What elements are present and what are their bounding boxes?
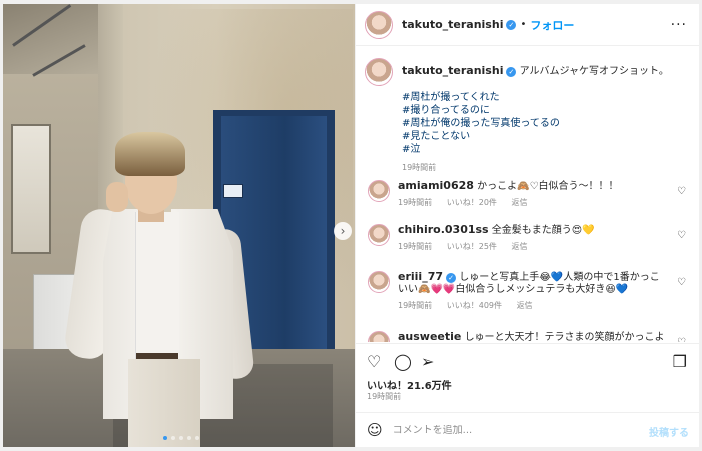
verified-badge-icon: ✓ [506, 19, 517, 30]
header-username[interactable]: takuto_teranishi [402, 18, 503, 31]
more-options-icon[interactable]: ··· [671, 17, 687, 33]
caption-hashtags: #周杜が撮ってくれた #撮り合ってるのに #周杜が俺の撮った写真使ってるの #見… [402, 91, 669, 156]
separator-dot: • [520, 19, 527, 30]
post-caption: takuto_teranishi ✓ アルバムジャケ写オフショット。 #周杜が撮っ… [365, 58, 690, 174]
person-shirt [135, 212, 179, 362]
comment-text: 全金髪もまた顔う😍💛 [491, 225, 595, 236]
post-header: takuto_teranishi ✓ • フォロー ··· [356, 4, 699, 46]
caption-time: 19時間前 [402, 163, 437, 172]
photo-window [11, 124, 51, 254]
comment-body: chihiro.0301ss 全金髪もまた顔う😍💛 19時間前 いいね！25件 … [398, 224, 668, 253]
comment-avatar[interactable] [368, 224, 390, 246]
comment-avatar[interactable] [368, 271, 390, 293]
comment-body: amiami0628 かっこよ🙈♡白似合う〜！！！ 19時間前 いいね！20件 … [398, 180, 668, 209]
carousel-dot [179, 436, 183, 440]
comment-time: 19時間前 [398, 242, 433, 251]
comment-body: eriii_77 ✓ しゅーと写真上手😂💙人類の中で1番かっこいい🙈💗💗白似合うし… [398, 271, 668, 312]
comment-avatar[interactable] [368, 180, 390, 202]
comment-username[interactable]: chihiro.0301ss [398, 223, 489, 236]
reply-button[interactable]: 返信 [511, 198, 527, 207]
instagram-post-modal: › takuto_teranishi ✓ • フォロー ··· takuto_t… [0, 0, 702, 451]
verified-badge-icon: ✓ [506, 67, 517, 77]
reply-button[interactable]: 返信 [511, 242, 527, 251]
caption-username[interactable]: takuto_teranishi [402, 64, 503, 77]
avatar[interactable] [365, 10, 393, 39]
person-hand [106, 182, 128, 212]
comment-time: 19時間前 [398, 198, 433, 207]
comment-item: amiami0628 かっこよ🙈♡白似合う〜！！！ 19時間前 いいね！20件 … [368, 180, 690, 209]
comment-username[interactable]: amiami0628 [398, 179, 474, 192]
caption-timestamp: 19時間前 [402, 162, 669, 174]
comment-time: 19時間前 [398, 301, 433, 310]
reply-button[interactable]: 返信 [517, 301, 533, 310]
post-timestamp: 19時間前 [367, 392, 402, 401]
carousel-next-button[interactable]: › [334, 222, 352, 240]
photo-door-sign [223, 184, 243, 198]
person-pants [128, 359, 200, 447]
carousel-dot [171, 436, 175, 440]
comment-meta: 19時間前 いいね！25件 返信 [398, 241, 668, 253]
caption-body: takuto_teranishi ✓ アルバムジャケ写オフショット。 #周杜が撮っ… [402, 65, 669, 174]
comments-scroll-area[interactable]: takuto_teranishi ✓ アルバムジャケ写オフショット。 #周杜が撮っ… [356, 47, 699, 342]
carousel-dot [187, 436, 191, 440]
post-photo[interactable]: › [3, 4, 355, 447]
caption-avatar[interactable] [365, 58, 393, 86]
post-comment-button[interactable]: 投稿する [649, 424, 689, 439]
comment-item: chihiro.0301ss 全金髪もまた顔う😍💛 19時間前 いいね！25件 … [368, 224, 690, 253]
caption-text: アルバムジャケ写オフショット。 [519, 66, 669, 77]
hashtag-link[interactable]: #撮り合ってるのに [402, 104, 669, 117]
comment-like-heart-icon[interactable]: ♡ [677, 337, 686, 342]
carousel-dot [195, 436, 199, 440]
comment-like-heart-icon[interactable]: ♡ [677, 277, 686, 288]
carousel-dots [163, 436, 199, 440]
comment-like-heart-icon[interactable]: ♡ [677, 230, 686, 241]
comment-text: かっこよ🙈♡白似合う〜！！！ [477, 181, 619, 192]
heart-icon[interactable]: ♡ [367, 352, 381, 371]
hashtag-link[interactable]: #周杜が俺の撮った写真使ってるの [402, 117, 669, 130]
comment-likes[interactable]: いいね！409件 [447, 301, 502, 310]
comment-meta: 19時間前 いいね！409件 返信 [398, 300, 668, 312]
verified-badge-icon: ✓ [446, 273, 457, 283]
comment-item: ausweetie しゅーと大天才！テラさまの笑顔がかっこよすぎ ♡ [368, 331, 690, 342]
hashtag-link[interactable]: #見たことない [402, 130, 669, 143]
share-icon[interactable]: ➢ [421, 352, 434, 371]
comment-username[interactable]: eriii_77 [398, 270, 443, 283]
carousel-dot-active [163, 436, 167, 440]
follow-button[interactable]: フォロー [530, 17, 574, 33]
comment-body: ausweetie しゅーと大天才！テラさまの笑顔がかっこよすぎ [398, 330, 668, 343]
comment-composer: ☺ 投稿する [356, 412, 699, 447]
likes-count[interactable]: いいね！21.6万件 [367, 377, 452, 392]
comment-username[interactable]: ausweetie [398, 330, 461, 343]
comment-avatar[interactable] [368, 331, 390, 342]
bookmark-icon[interactable]: ❒ [673, 352, 687, 371]
comment-icon[interactable]: ◯ [394, 352, 412, 371]
post-side-panel: takuto_teranishi ✓ • フォロー ··· takuto_ter… [356, 4, 699, 447]
hashtag-link[interactable]: #泣 [402, 143, 669, 156]
comment-likes[interactable]: いいね！20件 [447, 198, 497, 207]
comment-item: eriii_77 ✓ しゅーと写真上手😂💙人類の中で1番かっこいい🙈💗💗白似合うし… [368, 271, 690, 312]
comment-like-heart-icon[interactable]: ♡ [677, 186, 686, 197]
comment-input[interactable] [392, 424, 633, 436]
emoji-icon[interactable]: ☺ [367, 421, 383, 439]
comment-likes[interactable]: いいね！25件 [447, 242, 497, 251]
person-hair [115, 132, 185, 176]
comment-meta: 19時間前 いいね！20件 返信 [398, 197, 668, 209]
hashtag-link[interactable]: #周杜が撮ってくれた [402, 91, 669, 104]
